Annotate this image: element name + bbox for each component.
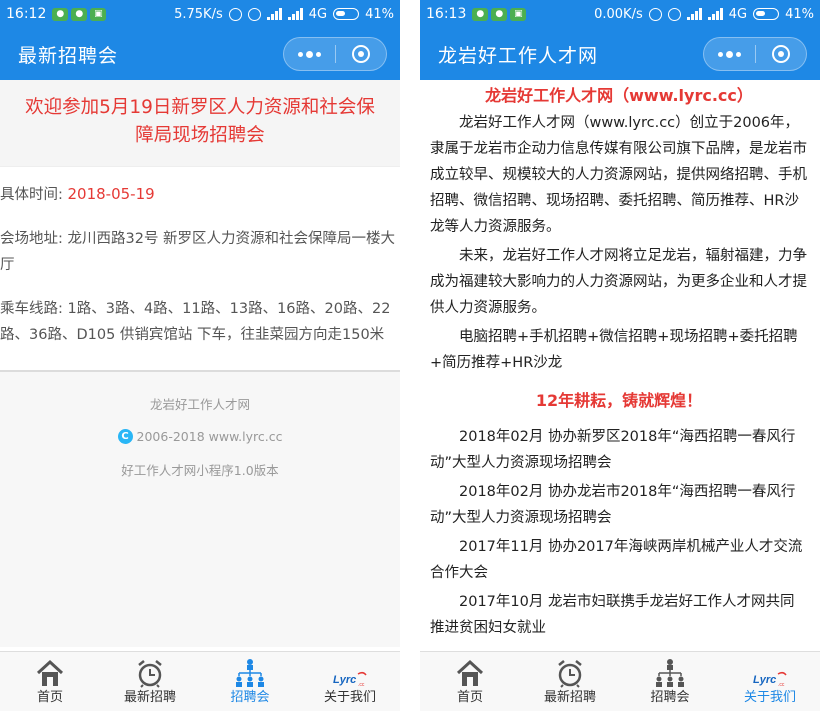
- status-time: 16:13: [426, 6, 467, 22]
- alarm-icon: [667, 7, 681, 21]
- event-item: 2018年02月 协办龙岩市2018年“海西招聘一春风行动”大型人力资源现场招聘…: [430, 484, 796, 526]
- jobfair-banner: 欢迎参加5月19日新罗区人力资源和社会保障局现场招聘会: [0, 80, 400, 167]
- org-chart-icon: [234, 656, 266, 688]
- tab-bar: 首页 最新招聘 招聘会 Lyrc .cc 关于我们: [420, 651, 820, 711]
- alarm-clock-icon: [135, 656, 165, 688]
- battery-icon: [753, 8, 780, 20]
- battery-icon: [333, 8, 360, 20]
- lyrc-logo-icon: Lyrc .cc: [332, 656, 368, 688]
- tab-0[interactable]: 首页: [0, 652, 100, 711]
- time-label: 具体时间:: [0, 187, 63, 203]
- footer-site-name: 龙岩好工作人才网: [149, 397, 250, 412]
- phone-screen-left: 16:12 ● ● ▣ 5.75K/s 4G 41% 最新招聘会 欢迎参加5月1…: [0, 0, 400, 711]
- article-heading: 龙岩好工作人才网（www.lyrc.cc）: [485, 86, 753, 105]
- signal-icon: [266, 8, 282, 20]
- tab-1[interactable]: 最新招聘: [520, 652, 620, 711]
- status-bar: 16:12 ● ● ▣ 5.75K/s 4G 41%: [0, 0, 400, 28]
- time-row: 具体时间: 2018-05-19: [0, 177, 400, 212]
- about-article: 龙岩好工作人才网（www.lyrc.cc） 龙岩好工作人才网（www.lyrc.…: [420, 80, 820, 641]
- battery-level: 41%: [785, 6, 814, 22]
- svg-text:Lyrc: Lyrc: [753, 674, 776, 686]
- alarm-icon: [247, 7, 261, 21]
- wechat-icon: ●: [491, 7, 508, 21]
- status-right: 0.00K/s 4G 41%: [594, 0, 814, 28]
- footer-copyright: C 2006-2018 www.lyrc.cc: [0, 429, 400, 444]
- sync-icon: [648, 7, 662, 21]
- network-type: 4G: [308, 6, 328, 22]
- close-button[interactable]: [335, 38, 386, 70]
- phone-screen-right: 16:13 ● ● ▣ 0.00K/s 4G 41% 龙岩好工作人才网 龙岩好工…: [420, 0, 820, 711]
- event-item: 2018年02月 协办新罗区2018年“海西招聘一春风行动”大型人力资源现场招聘…: [430, 429, 796, 471]
- status-time: 16:12: [6, 6, 47, 22]
- battery-level: 41%: [365, 6, 394, 22]
- article-paragraph: 龙岩好工作人才网（www.lyrc.cc）创立于2006年，隶属于龙岩市企动力信…: [430, 115, 807, 235]
- android-icon: ▣: [90, 7, 107, 21]
- tab-0[interactable]: 首页: [420, 652, 520, 711]
- org-chart-icon: [654, 656, 686, 688]
- venue-row: 会场地址: 龙川西路32号 新罗区人力资源和社会保障局一楼大厅: [0, 231, 396, 273]
- copyright-text: 2006-2018 www.lyrc.cc: [136, 429, 283, 444]
- alarm-clock-icon: [555, 656, 585, 688]
- tab-label: 招聘会: [650, 690, 690, 705]
- tab-label: 招聘会: [230, 690, 270, 705]
- copyright-icon: C: [117, 429, 133, 444]
- tab-label: 关于我们: [743, 690, 796, 705]
- notification-icons: ● ● ▣: [472, 7, 527, 21]
- status-bar: 16:13 ● ● ▣ 0.00K/s 4G 41%: [420, 0, 820, 28]
- page-title: 最新招聘会: [18, 44, 119, 67]
- time-value: 2018-05-19: [67, 185, 155, 203]
- sync-icon: [228, 7, 242, 21]
- network-type: 4G: [728, 6, 748, 22]
- page-title: 龙岩好工作人才网: [438, 44, 599, 67]
- home-icon: [455, 656, 485, 688]
- tab-label: 关于我们: [323, 690, 376, 705]
- jobfair-details: 具体时间: 2018-05-19 会场地址: 龙川西路32号 新罗区人力资源和社…: [0, 177, 400, 352]
- tab-label: 首页: [456, 690, 483, 705]
- page-footer: 龙岩好工作人才网 C 2006-2018 www.lyrc.cc 好工作人才网小…: [0, 372, 400, 647]
- footer-version: 好工作人才网小程序1.0版本: [121, 463, 279, 478]
- signal-icon: [287, 8, 303, 20]
- wechat-icon: ●: [52, 7, 69, 21]
- title-bar: 龙岩好工作人才网: [420, 28, 820, 80]
- wechat-icon: ●: [71, 7, 88, 21]
- event-item: 2017年10月 龙岩市妇联携手龙岩好工作人才网共同推进贫困妇女就业: [430, 594, 795, 636]
- miniprogram-capsule: [283, 37, 387, 71]
- close-button[interactable]: [755, 38, 806, 70]
- tab-label: 首页: [36, 690, 63, 705]
- article-paragraph: 未来，龙岩好工作人才网将立足龙岩，辐射福建，力争成为福建较大影响力的人力资源网站…: [430, 248, 807, 316]
- wechat-icon: ●: [472, 7, 489, 21]
- more-button[interactable]: [704, 38, 755, 70]
- signal-icon: [686, 8, 702, 20]
- signal-icon: [707, 8, 723, 20]
- close-circle-icon: [771, 45, 790, 63]
- title-bar: 最新招聘会: [0, 28, 400, 80]
- svg-text:.cc: .cc: [778, 682, 785, 688]
- more-button[interactable]: [284, 38, 335, 70]
- network-speed: 5.75K/s: [174, 6, 223, 22]
- tab-bar: 首页 最新招聘 招聘会 Lyrc .cc 关于我们: [0, 651, 400, 711]
- svg-text:.cc: .cc: [358, 682, 365, 688]
- article-paragraph: 电脑招聘+手机招聘+微信招聘+现场招聘+委托招聘+简历推荐+HR沙龙: [430, 329, 798, 371]
- tab-3[interactable]: Lyrc .cc 关于我们: [300, 652, 400, 711]
- android-icon: ▣: [510, 7, 527, 21]
- status-right: 5.75K/s 4G 41%: [174, 0, 394, 28]
- close-circle-icon: [351, 45, 370, 63]
- event-item: 2017年11月 协办2017年海峡两岸机械产业人才交流合作大会: [430, 539, 803, 581]
- bus-route-row: 乘车线路: 1路、3路、4路、11路、13路、16路、20路、22路、36路、D…: [0, 301, 391, 343]
- tab-2[interactable]: 招聘会: [200, 652, 300, 711]
- home-icon: [35, 656, 65, 688]
- tab-label: 最新招聘: [123, 690, 176, 705]
- tab-1[interactable]: 最新招聘: [100, 652, 200, 711]
- tab-3[interactable]: Lyrc .cc 关于我们: [720, 652, 820, 711]
- notification-icons: ● ● ▣: [52, 7, 107, 21]
- miniprogram-capsule: [703, 37, 807, 71]
- lyrc-logo-icon: Lyrc .cc: [752, 656, 788, 688]
- tab-2[interactable]: 招聘会: [620, 652, 720, 711]
- network-speed: 0.00K/s: [594, 6, 643, 22]
- svg-text:Lyrc: Lyrc: [333, 674, 356, 686]
- tab-label: 最新招聘: [543, 690, 596, 705]
- article-subheading: 12年耕耘，铸就辉煌！: [535, 391, 703, 410]
